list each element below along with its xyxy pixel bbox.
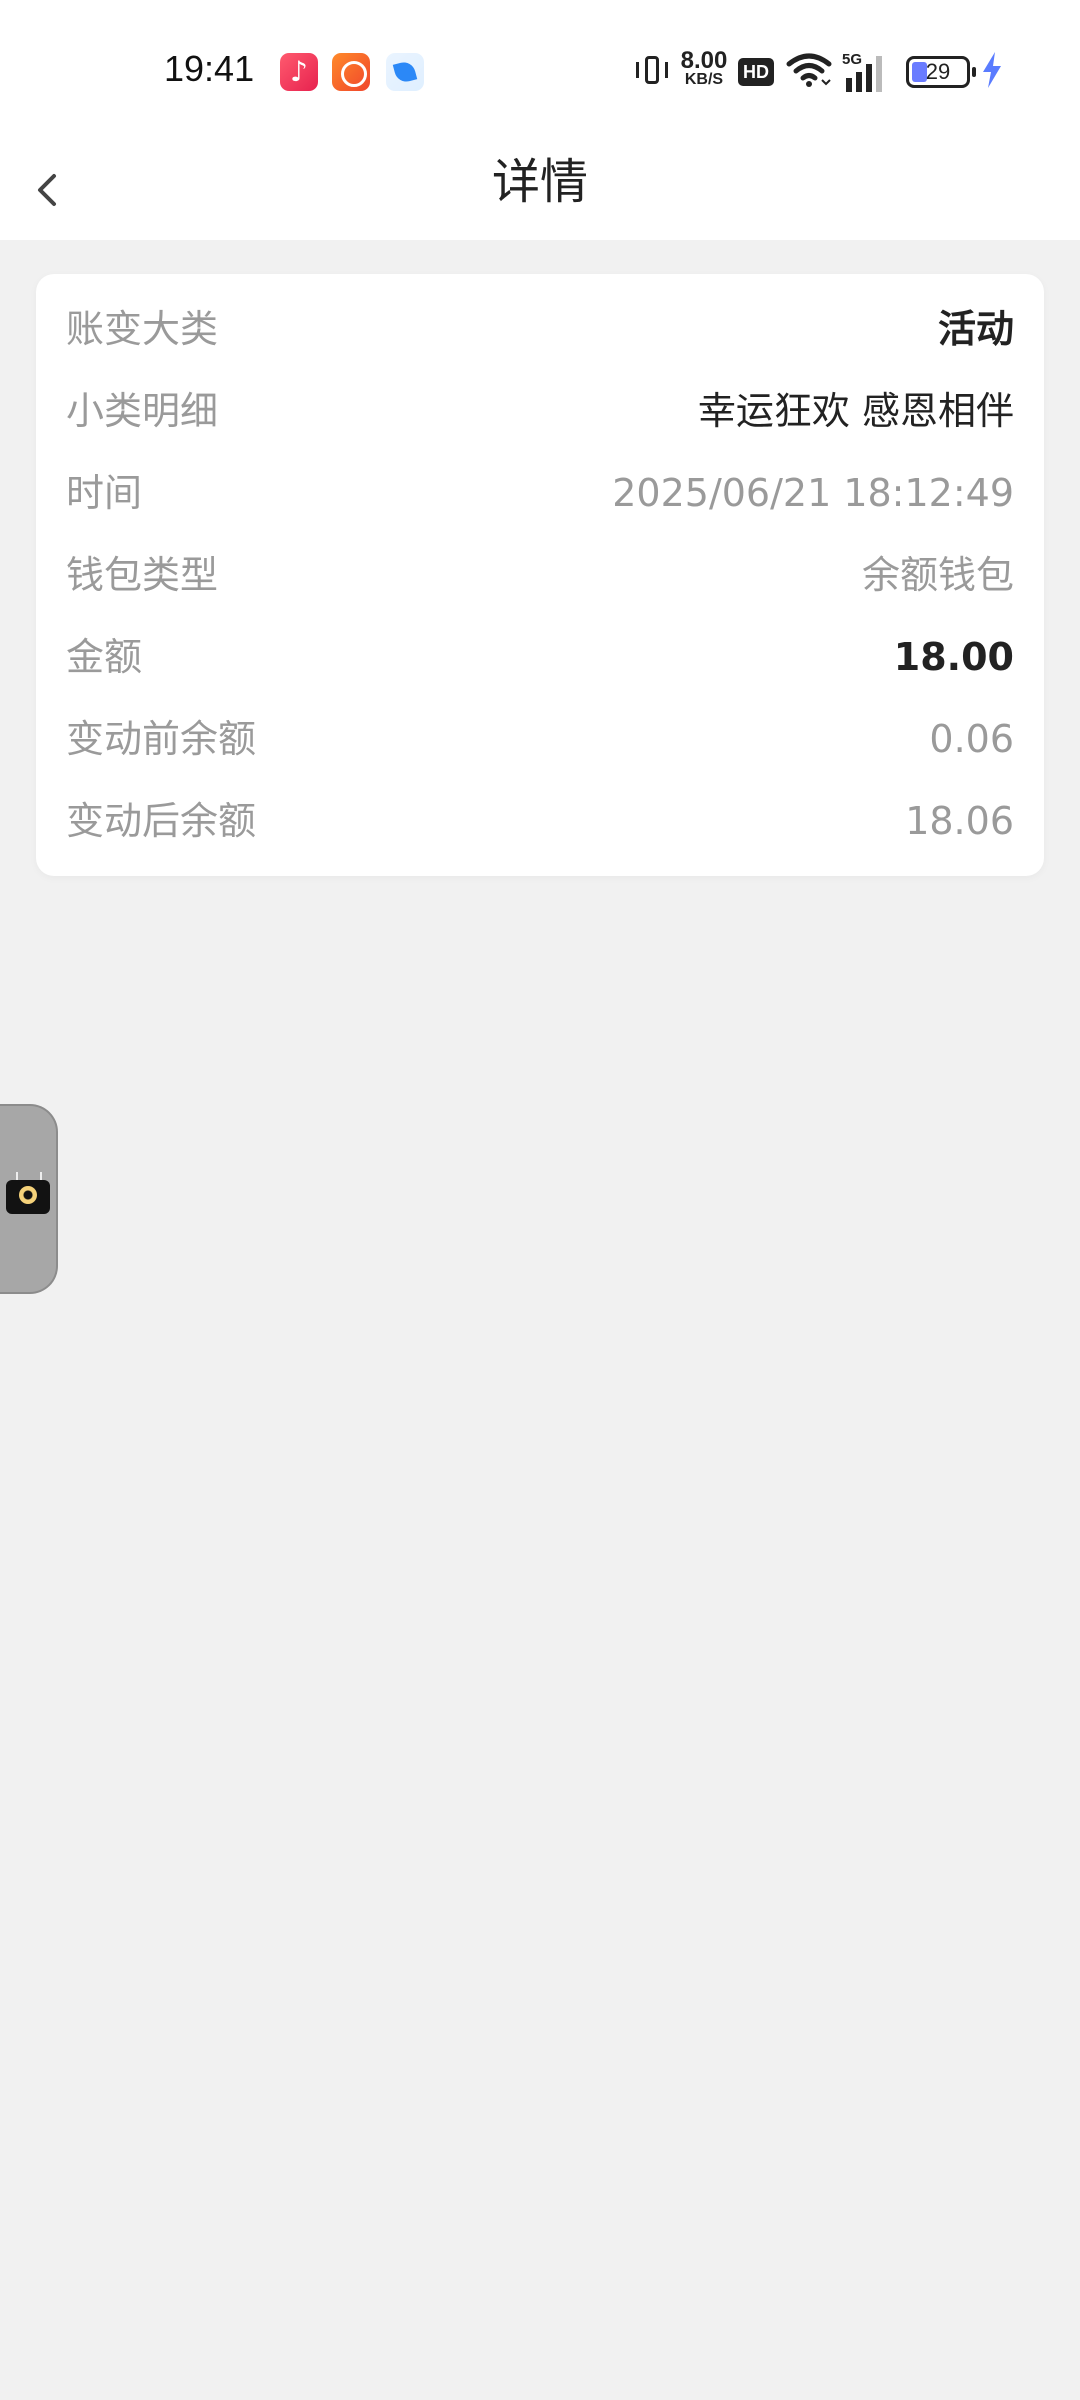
detail-value: 2025/06/21 18:12:49 [612, 471, 1014, 515]
signal-label: 5G [842, 51, 862, 68]
detail-value: 幸运狂欢 感恩相伴 [697, 389, 1014, 433]
status-time: 19:41 [164, 48, 255, 89]
detail-row-amount: 金额 18.00 [66, 622, 1014, 692]
leaf-app-icon [386, 53, 424, 91]
detail-label: 账变大类 [66, 307, 219, 351]
hd-icon: HD [738, 58, 774, 86]
vibrate-icon [636, 50, 668, 94]
detail-row-category: 账变大类 活动 [66, 294, 1014, 364]
detail-card: 账变大类 活动 小类明细 幸运狂欢 感恩相伴 时间 2025/06/21 18:… [36, 274, 1044, 876]
battery-icon: 29 [906, 56, 976, 88]
detail-row-balance-before: 变动前余额 0.06 [66, 704, 1014, 774]
detail-label: 变动前余额 [66, 717, 257, 761]
detail-row-balance-after: 变动后余额 18.06 [66, 786, 1014, 856]
net-speed-value: 8.00 [680, 47, 728, 74]
detail-label: 小类明细 [66, 389, 219, 433]
battery-level: 29 [925, 59, 951, 84]
detail-row-subcategory: 小类明细 幸运狂欢 感恩相伴 [66, 376, 1014, 446]
page-title: 详情 [491, 154, 588, 210]
detail-label: 钱包类型 [66, 553, 219, 597]
detail-label: 金额 [66, 635, 143, 679]
detail-value: 活动 [937, 307, 1014, 351]
status-bar: 19:41 8.00 KB/S HD 5G 29 [0, 0, 1080, 136]
net-speed-unit: KB/S [684, 71, 724, 88]
floating-widget[interactable] [0, 1104, 58, 1294]
tv-soccer-icon [6, 1180, 50, 1214]
charging-bolt-icon [980, 50, 1004, 94]
detail-label: 变动后余额 [66, 799, 257, 843]
detail-value: 余额钱包 [861, 553, 1014, 597]
detail-row-wallet-type: 钱包类型 余额钱包 [66, 540, 1014, 610]
net-speed-indicator: 8.00 KB/S [676, 47, 732, 94]
soccer-ball-icon [19, 1186, 37, 1204]
nav-bar: 详情 [0, 136, 1080, 240]
music-app-icon [280, 53, 318, 91]
signal-icon: 5G [842, 50, 892, 94]
wifi-icon [786, 50, 832, 94]
detail-value: 0.06 [929, 717, 1014, 761]
detail-row-time: 时间 2025/06/21 18:12:49 [66, 458, 1014, 528]
detail-label: 时间 [66, 471, 143, 515]
kuaishou-app-icon [332, 53, 370, 91]
detail-value: 18.00 [893, 635, 1014, 679]
detail-value: 18.06 [905, 799, 1014, 843]
